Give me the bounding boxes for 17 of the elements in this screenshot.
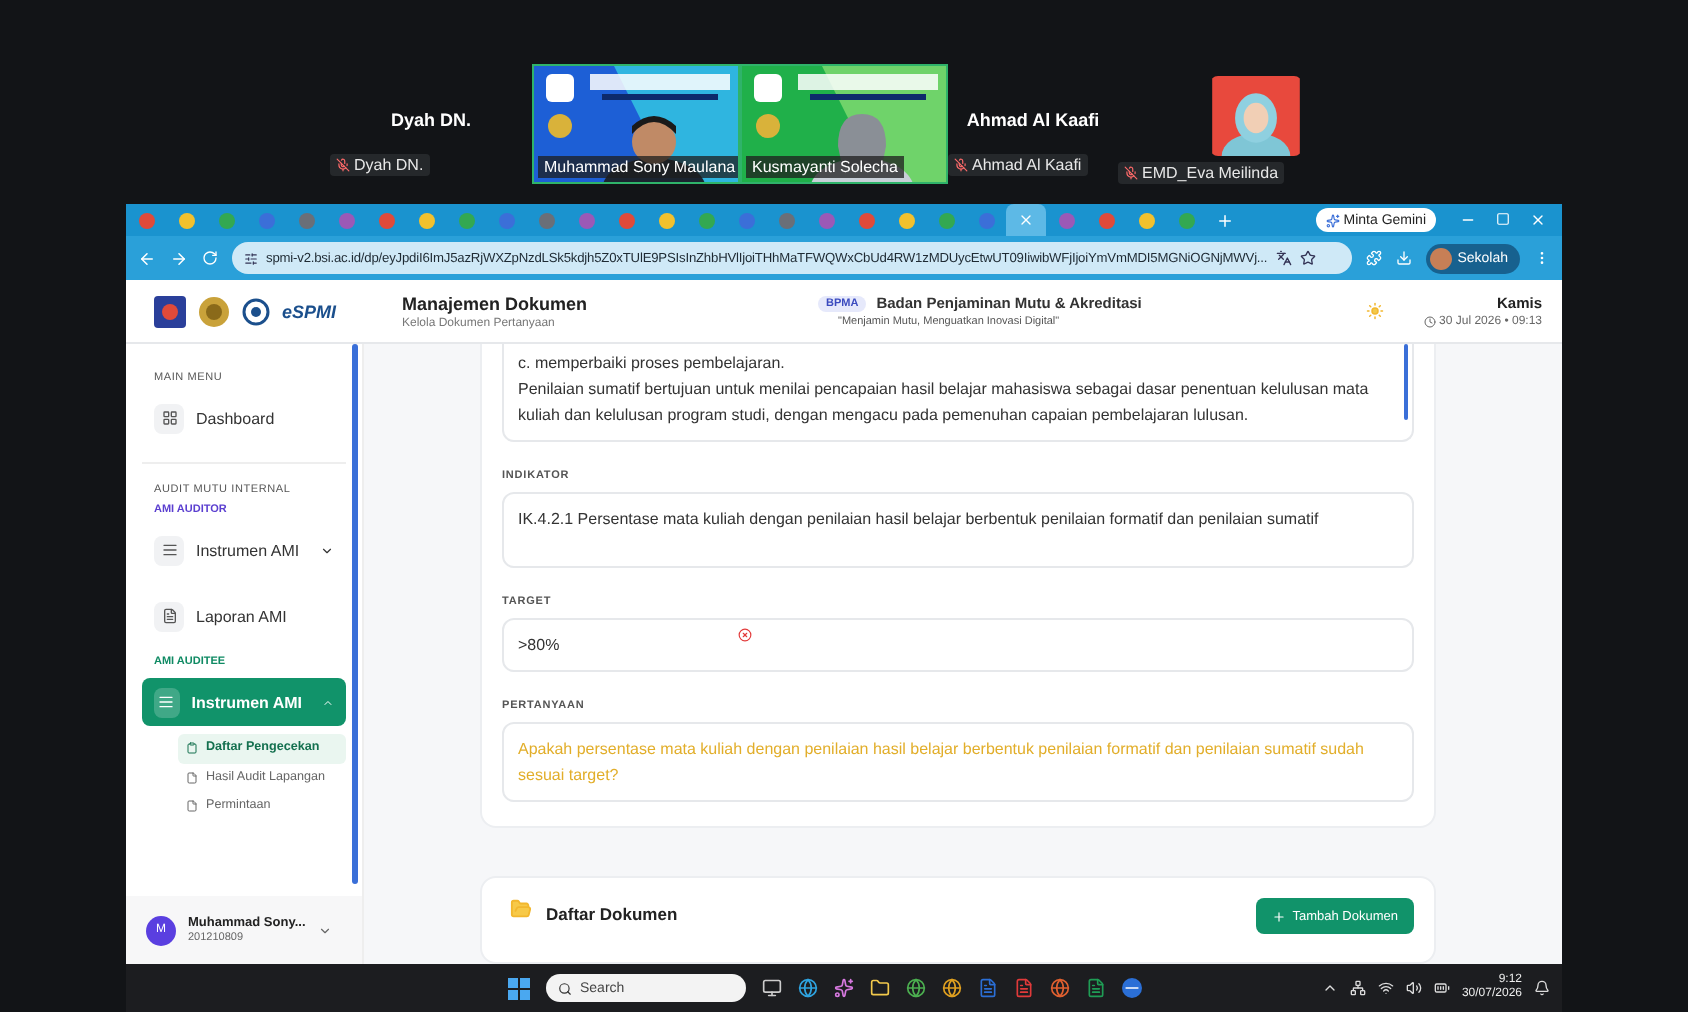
participant-label: Dyah DN. <box>330 154 430 176</box>
page-title: Manajemen Dokumen <box>402 293 590 313</box>
sidebar-item[interactable]: Laporan AMI <box>142 592 346 640</box>
text-area[interactable]: IK.4.2.1 Persentase mata kuliah dengan penilaian hasil belajar berbentuk penilaian formatif dan penilaian sumatif <box>502 492 1414 568</box>
logo-text: eSPMI <box>282 301 337 321</box>
participant-label: EMD_Eva Meilinda <box>1118 162 1285 184</box>
participant-name: Ahmad Al Kaafi <box>964 110 1102 130</box>
sidebar-item[interactable]: Instrumen AMI <box>142 526 346 574</box>
participant-label: Kusmayanti Solecha <box>746 156 904 178</box>
sidebar-item[interactable]: Instrumen AMI <box>142 678 346 726</box>
section-title: Daftar Dokumen <box>546 904 678 924</box>
sidebar-item[interactable]: Dashboard <box>142 394 346 442</box>
participant-label: Ahmad Al Kaafi <box>948 154 1088 176</box>
participant-name: Dyah DN. <box>388 110 473 130</box>
participant-label: Muhammad Sony Maulana <box>538 156 738 178</box>
text-area[interactable]: c. memperbaiki proses pembelajaran. Penilaian sumatif bertujuan untuk menilai pencapaian hasil belajar mahasiswa sebagai dasar penentuan kelulusan mata kuliah dan kelulusan program studi, dengan mengacu pada pemenuhan capaian pembelajaran lulusan. <box>502 344 1414 442</box>
input-field[interactable]: >80% <box>502 618 1414 672</box>
